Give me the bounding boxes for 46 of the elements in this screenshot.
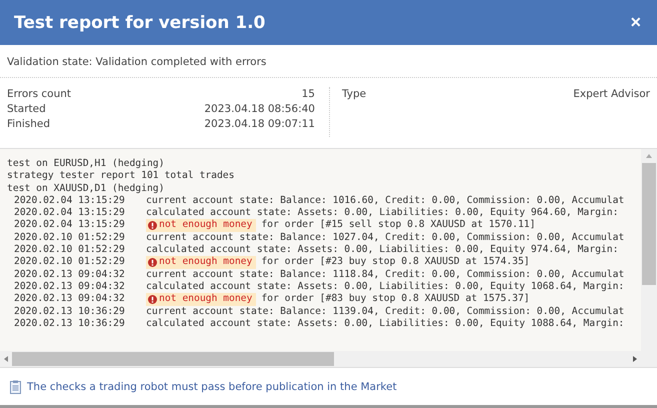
error-badge: not enough money	[146, 256, 256, 269]
info-label: Errors count	[7, 87, 72, 101]
log-message: calculated account state: Assets: 0.00, Liabilities: 0.00, Equity 964.60, Margin:	[146, 207, 618, 220]
info-label: Finished	[7, 117, 50, 131]
log-message: calculated account state: Assets: 0.00, Liabilities: 0.00, Equity 1088.64, Margin:	[146, 318, 624, 330]
log-message: current account state: Balance: 1027.04, Credit: 0.00, Commission: 0.00, Accumulat	[146, 232, 624, 244]
info-value: 15	[302, 87, 315, 101]
log-time: 2020.02.13 09:04:32	[13, 280, 126, 294]
error-icon	[148, 221, 157, 230]
vertical-scrollbar[interactable]	[641, 149, 657, 351]
error-icon	[148, 294, 157, 304]
log-message: current account state: Balance: 1016.60, Credit: 0.00, Commission: 0.00, Accumulat	[146, 194, 624, 208]
log-time: 2020.02.10 01:52:29	[13, 256, 126, 269]
validation-state: Validation state: Validation completed with errors	[0, 45, 657, 78]
log-message: for order [#23 buy stop 0.8 XAUUSD at 1574.35]	[261, 256, 530, 269]
log-time: 2020.02.13 09:04:32	[13, 293, 126, 306]
info-label: Type	[342, 87, 366, 101]
log-message: current account state: Balance: 1139.04, Credit: 0.00, Commission: 0.00, Accumulat	[146, 306, 624, 318]
error-badge: not enough money	[146, 293, 256, 306]
log-message: for order [#15 sell stop 0.8 XAUUSD at 1570.11]	[261, 219, 536, 232]
log-time: 2020.02.13 10:36:29	[13, 318, 126, 330]
error-icon	[148, 258, 157, 268]
log-time: 2020.02.13 09:04:32	[13, 268, 126, 281]
log-time: 2020.02.13 10:36:29	[13, 306, 126, 318]
log-time: 2020.02.04 13:15:29	[13, 219, 126, 232]
info-label: Started	[7, 102, 46, 116]
info-value: Expert Advisor	[573, 87, 650, 101]
log-message: for order [#83 buy stop 0.8 XAUUSD at 1575.37]	[261, 293, 530, 306]
log-time: 2020.02.10 01:52:29	[13, 244, 126, 256]
log-time: 2020.02.10 01:52:29	[13, 232, 126, 244]
horizontal-scrollbar[interactable]	[0, 351, 657, 367]
error-badge: not enough money	[146, 219, 256, 232]
log-line: test on EURUSD,H1 (hedging)	[7, 158, 164, 170]
log-message: calculated account state: Assets: 0.00, Liabilities: 0.00, Equity 1068.64, Margin:	[146, 280, 624, 294]
close-button[interactable]: ×	[628, 12, 643, 33]
log-time: 2020.02.04 13:15:29	[13, 207, 126, 220]
help-link[interactable]: The checks a trading robot must pass before publication in the Market	[27, 380, 397, 392]
log-line: test on XAUUSD,D1 (hedging)	[7, 182, 164, 195]
window-title: Test report for version 1.0	[14, 12, 266, 32]
info-value: 2023.04.18 08:56:40	[204, 102, 315, 116]
log-time: 2020.02.04 13:15:29	[13, 194, 126, 208]
info-value: 2023.04.18 09:07:11	[204, 117, 315, 131]
clipboard-icon	[10, 380, 21, 394]
log-message: current account state: Balance: 1118.84, Credit: 0.00, Commission: 0.00, Accumulat	[146, 268, 624, 281]
log-line: strategy tester report 101 total trades	[7, 170, 234, 183]
log-message: calculated account state: Assets: 0.00, Liabilities: 0.00, Equity 974.64, Margin:	[146, 244, 618, 256]
